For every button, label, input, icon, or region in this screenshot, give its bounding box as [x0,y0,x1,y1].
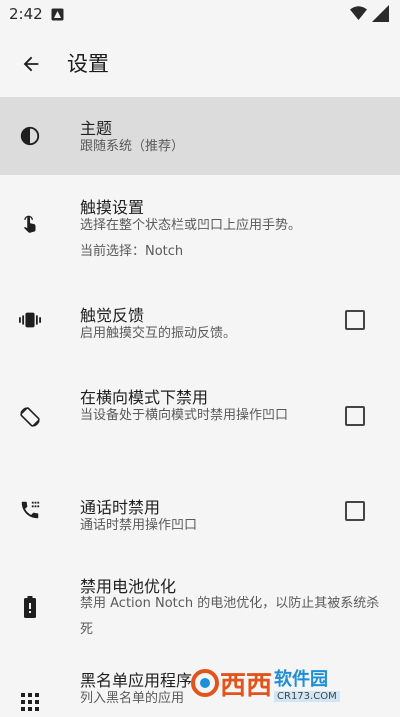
back-button[interactable] [14,47,48,81]
setting-item-haptic[interactable]: 触觉反馈 启用触摸交互的振动反馈。 [0,277,400,369]
status-time: 2:42 [9,5,43,23]
wifi-icon [350,6,367,20]
app-bar: 设置 [0,30,400,96]
setting-current-selection: 当前选择：Notch [80,244,184,259]
setting-desc: 通话时禁用操作凹口 [80,518,198,533]
vibration-icon [18,308,42,332]
watermark: 西西 软件园 CR173.COM [190,660,395,706]
setting-desc: 禁用 Action Notch 的电池优化，以防止其被系统杀死 [80,596,380,637]
landscape-checkbox[interactable] [345,406,365,426]
watermark-line1: 软件园 [274,668,329,690]
touch-hand-icon [18,212,42,236]
setting-item-theme[interactable]: 主题 跟随系统（推荐） [0,97,400,175]
phone-in-talk-icon [18,498,42,522]
signal-icon [372,5,389,22]
call-checkbox[interactable] [345,501,365,521]
setting-desc: 跟随系统（推荐） [80,139,185,154]
settings-list: 主题 跟随系统（推荐） 触摸设置 选择在整个状态栏或凹口上应用手势。 当前选择：… [0,97,400,717]
status-bar: 2:42 [0,0,400,30]
setting-desc: 当设备处于横向模式时禁用操作凹口 [80,408,289,423]
watermark-logo-icon [191,669,219,697]
page-title: 设置 [67,52,109,76]
battery-icon [18,595,42,619]
setting-item-call[interactable]: 通话时禁用 通话时禁用操作凹口 [0,469,400,557]
setting-item-battery[interactable]: 禁用电池优化 禁用 Action Notch 的电池优化，以防止其被系统杀死 [0,557,400,657]
contrast-icon [18,124,42,148]
setting-item-touch[interactable]: 触摸设置 选择在整个状态栏或凹口上应用手势。 当前选择：Notch [0,175,400,277]
haptic-checkbox[interactable] [345,310,365,330]
setting-desc: 启用触摸交互的振动反馈。 [80,326,237,341]
setting-desc: 选择在整个状态栏或凹口上应用手势。 [80,218,302,233]
notification-app-icon [51,8,64,21]
watermark-logo-text: 西西 [220,670,273,701]
arrow-back-icon [23,56,39,72]
screen-rotation-icon [18,405,42,429]
watermark-line2: CR173.COM [274,690,340,702]
apps-grid-icon [18,690,42,714]
setting-item-landscape[interactable]: 在横向模式下禁用 当设备处于横向模式时禁用操作凹口 [0,369,400,469]
